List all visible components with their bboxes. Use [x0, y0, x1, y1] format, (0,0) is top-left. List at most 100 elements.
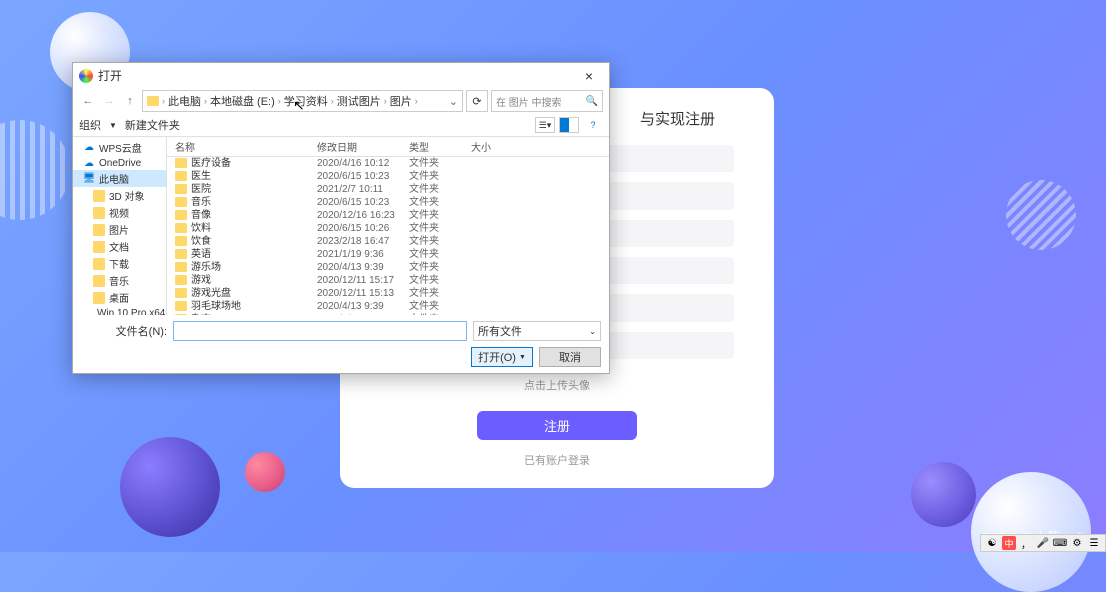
folder-icon: [175, 184, 187, 194]
file-row[interactable]: 医院2021/2/7 10:11文件夹: [167, 183, 609, 196]
column-date[interactable]: 修改日期: [317, 139, 409, 154]
file-list: 医疗设备2020/4/16 10:12文件夹医生2020/6/15 10:23文…: [167, 157, 609, 315]
folder-icon: [175, 262, 187, 272]
file-name: 饮料: [191, 222, 317, 235]
file-type: 文件夹: [409, 196, 471, 209]
file-name: 饮食: [191, 235, 317, 248]
nav-back-icon[interactable]: ←: [79, 92, 97, 110]
column-name[interactable]: 名称: [167, 139, 317, 154]
open-button[interactable]: 打开(O) ▼: [471, 347, 533, 367]
breadcrumb-drive[interactable]: 本地磁盘 (E:): [210, 93, 275, 109]
file-row[interactable]: 游戏2020/12/11 15:17文件夹: [167, 274, 609, 287]
ime-keyboard-icon[interactable]: ⌨: [1053, 536, 1067, 550]
sidebar-item[interactable]: 文档: [73, 238, 166, 255]
chevron-right-icon: ›: [278, 96, 281, 106]
chevron-right-icon: ›: [204, 96, 207, 106]
ime-mic-icon[interactable]: 🎤: [1036, 536, 1050, 550]
sidebar-item[interactable]: 🖥此电脑: [73, 170, 166, 187]
file-type: 文件夹: [409, 183, 471, 196]
file-name: 音乐: [191, 196, 317, 209]
ime-punct-icon[interactable]: ，: [1019, 536, 1033, 550]
file-date: 2020/4/16 10:12: [317, 157, 409, 170]
sidebar-item[interactable]: Win 10 Pro x64: [73, 306, 166, 315]
breadcrumb-folder1[interactable]: 学习资料: [284, 93, 328, 109]
ime-lang-icon[interactable]: 中: [1002, 536, 1016, 550]
register-button[interactable]: 注册: [477, 411, 637, 440]
sidebar-item[interactable]: ☁WPS云盘: [73, 139, 166, 156]
chevron-down-icon[interactable]: ⌄: [449, 95, 458, 108]
sidebar-item[interactable]: 3D 对象: [73, 187, 166, 204]
file-type: 文件夹: [409, 235, 471, 248]
filename-input[interactable]: [173, 321, 467, 341]
file-date: 2020/12/16 16:23: [317, 209, 409, 222]
login-link[interactable]: 已有账户登录: [524, 452, 590, 468]
breadcrumb-folder3[interactable]: 图片: [390, 93, 412, 109]
sidebar-item[interactable]: 下载: [73, 255, 166, 272]
folder-icon: [93, 241, 105, 253]
ime-gear-icon[interactable]: ⚙: [1070, 536, 1084, 550]
sidebar-item[interactable]: 音乐: [73, 272, 166, 289]
file-row[interactable]: 游戏光盘2020/12/11 15:13文件夹: [167, 287, 609, 300]
new-folder-button[interactable]: 新建文件夹: [125, 117, 180, 133]
sidebar-item[interactable]: 桌面: [73, 289, 166, 306]
breadcrumb-folder2[interactable]: 测试图片: [337, 93, 381, 109]
file-row[interactable]: 音乐2020/6/15 10:23文件夹: [167, 196, 609, 209]
file-date: 2021/1/19 9:36: [317, 248, 409, 261]
file-row[interactable]: 羽毛球场地2020/4/13 9:39文件夹: [167, 300, 609, 313]
preview-pane-icon[interactable]: [559, 117, 579, 133]
folder-icon: [175, 197, 187, 207]
bg-orb-purple-right: [911, 462, 976, 527]
ime-toolbar[interactable]: ☯ 中 ， 🎤 ⌨ ⚙ ☰: [980, 534, 1106, 552]
file-name: 羽毛球场地: [191, 300, 317, 313]
cloud-icon: ☁: [83, 157, 95, 169]
help-icon[interactable]: ?: [583, 117, 603, 133]
cancel-button[interactable]: 取消: [539, 347, 601, 367]
refresh-icon[interactable]: ⟳: [466, 90, 488, 112]
file-row[interactable]: 饮食2023/2/18 16:47文件夹: [167, 235, 609, 248]
folder-icon: [93, 190, 105, 202]
sidebar-item[interactable]: ☁OneDrive: [73, 156, 166, 170]
file-date: 2021/2/7 10:11: [317, 183, 409, 196]
search-input[interactable]: 在 图片 中搜索 🔍: [491, 90, 603, 112]
breadcrumb-root[interactable]: 此电脑: [168, 93, 201, 109]
nav-forward-icon[interactable]: →: [100, 92, 118, 110]
file-row[interactable]: 医疗设备2020/4/16 10:12文件夹: [167, 157, 609, 170]
file-row[interactable]: 游乐场2020/4/13 9:39文件夹: [167, 261, 609, 274]
ime-logo-icon[interactable]: ☯: [985, 536, 999, 550]
file-filter-select[interactable]: 所有文件 ⌄: [473, 321, 601, 341]
column-type[interactable]: 类型: [409, 139, 471, 154]
file-row[interactable]: 医生2020/6/15 10:23文件夹: [167, 170, 609, 183]
upload-avatar-hint[interactable]: 点击上传头像: [524, 377, 590, 393]
pc-icon: 🖥: [83, 173, 95, 185]
ime-menu-icon[interactable]: ☰: [1087, 536, 1101, 550]
bg-striped-circle-left: [0, 120, 70, 220]
view-options-icon[interactable]: ☰▾: [535, 117, 555, 133]
nav-up-icon[interactable]: ↑: [121, 92, 139, 110]
column-size[interactable]: 大小: [471, 139, 609, 154]
file-row[interactable]: 饮料2020/6/15 10:26文件夹: [167, 222, 609, 235]
organize-menu[interactable]: 组织: [79, 117, 101, 133]
file-open-dialog: 打开 × ← → ↑ › 此电脑 › 本地磁盘 (E:) › 学习资料 › 测试…: [72, 62, 610, 374]
search-placeholder: 在 图片 中搜索: [496, 94, 562, 109]
file-type: 文件夹: [409, 157, 471, 170]
file-date: 2020/4/13 9:39: [317, 261, 409, 274]
chevron-down-icon[interactable]: ▼: [109, 121, 117, 130]
file-date: 2020/12/11 15:13: [317, 287, 409, 300]
file-row[interactable]: 英语2021/1/19 9:36文件夹: [167, 248, 609, 261]
folder-icon: [175, 275, 187, 285]
folder-icon: [93, 275, 105, 287]
sidebar-label: WPS云盘: [99, 140, 142, 155]
sidebar-item[interactable]: 图片: [73, 221, 166, 238]
file-type: 文件夹: [409, 287, 471, 300]
file-date: 2020/6/15 10:23: [317, 196, 409, 209]
file-row[interactable]: 音像2020/12/16 16:23文件夹: [167, 209, 609, 222]
file-type: 文件夹: [409, 274, 471, 287]
bg-orb-purple-bottom: [120, 437, 220, 537]
breadcrumb[interactable]: › 此电脑 › 本地磁盘 (E:) › 学习资料 › 测试图片 › 图片 › ⌄: [142, 90, 463, 112]
dialog-title: 打开: [98, 67, 575, 84]
file-type: 文件夹: [409, 300, 471, 313]
sidebar-item[interactable]: 视频: [73, 204, 166, 221]
sidebar-label: 视频: [109, 205, 129, 220]
sidebar-label: Win 10 Pro x64: [97, 308, 165, 316]
close-icon[interactable]: ×: [575, 68, 603, 84]
